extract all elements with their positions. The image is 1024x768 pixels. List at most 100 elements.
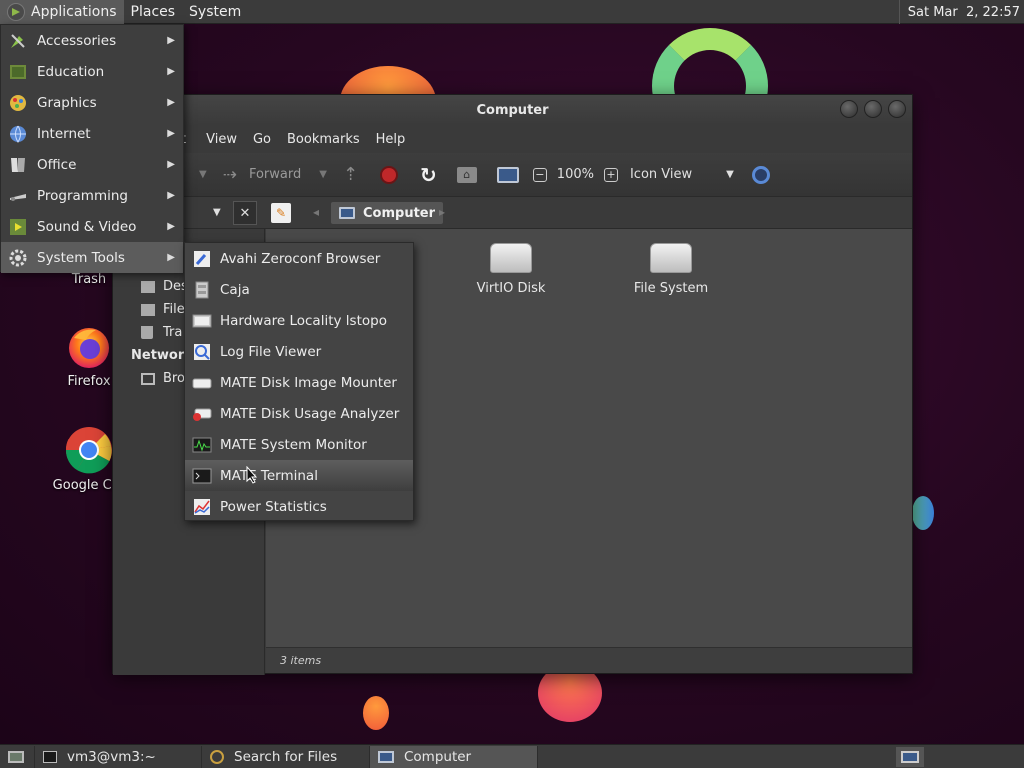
menu-item-system-monitor[interactable]: MATE System Monitor [185,429,413,460]
menu-item-label: Programming [37,187,128,204]
view-mode-label: Icon View [629,167,693,182]
crumb-left-arrow-icon[interactable]: ◂ [313,205,319,219]
forward-button[interactable]: ⇢ Forward ▼ [223,165,327,185]
menu-item-label: MATE Terminal [220,467,318,484]
avahi-icon [191,248,213,270]
drive-icon [650,243,692,273]
menu-item-office[interactable]: Office ▶ [1,149,183,180]
menu-item-internet[interactable]: Internet ▶ [1,118,183,149]
firefox-icon [66,324,112,370]
crumb-right-arrow-icon[interactable]: ▸ [439,205,445,219]
menu-system-label: System [189,3,242,20]
chevron-down-icon: ▼ [726,169,734,180]
drive-icon [141,303,155,316]
menu-applications-label: Applications [31,3,117,20]
education-icon [7,61,29,83]
window-toolbar: ▼ ⇢ Forward ▼ ⇡ ↻ ⌂ − 100% + Icon View ▼ [113,153,912,197]
stop-icon[interactable] [380,165,399,184]
close-pane-icon[interactable]: ✕ [233,201,257,225]
menu-item-sound-video[interactable]: Sound & Video ▶ [1,211,183,242]
close-button[interactable] [888,100,906,118]
view-mode-select[interactable]: Icon View ▼ [630,167,734,182]
window-titlebar[interactable]: Computer [113,95,912,125]
caja-icon [191,279,213,301]
taskbar-item-label: vm3@vm3:~ [67,748,156,765]
desktop-icon-label: Firefox [67,374,111,389]
status-bar: 3 items [266,647,912,673]
wallpaper-blob-blue [912,496,934,530]
taskbar-item-label: Computer [404,748,472,765]
sound-video-icon [7,216,29,238]
menu-item-power-statistics[interactable]: Power Statistics [185,491,413,522]
taskbar-item-search[interactable]: Search for Files [202,745,370,768]
menu-item-disk-image-mounter[interactable]: MATE Disk Image Mounter [185,367,413,398]
reload-icon[interactable]: ↻ [420,163,437,187]
menu-item-hardware-locality[interactable]: Hardware Locality lstopo [185,305,413,336]
zoom-out-icon[interactable]: − [532,167,547,182]
menu-item-graphics[interactable]: Graphics ▶ [1,87,183,118]
forward-dropdown-icon[interactable]: ▼ [319,169,327,180]
menu-item-avahi[interactable]: Avahi Zeroconf Browser [185,243,413,274]
menu-item-label: Hardware Locality lstopo [220,312,387,329]
zoom-in-icon[interactable]: + [603,167,618,182]
file-item-virtio-disk[interactable]: VirtIO Disk [451,243,571,296]
menu-item-label: System Tools [37,249,125,266]
minimize-button[interactable] [840,100,858,118]
crumb-computer[interactable]: Computer [331,202,444,224]
side-pane-dropdown-icon[interactable]: ▼ [213,207,221,218]
system-tools-submenu: Avahi Zeroconf Browser Caja Hardware Loc… [184,242,414,521]
sidebar-item-filesystem[interactable]: File [141,302,185,317]
sidebar-item-label: Bro [163,371,185,386]
back-dropdown-icon[interactable]: ▼ [199,169,207,180]
internet-icon [7,123,29,145]
menu-places-label: Places [130,3,176,20]
computer-icon[interactable] [496,166,519,183]
menu-item-label: MATE Disk Image Mounter [220,374,397,391]
home-icon[interactable]: ⌂ [456,166,477,183]
file-item-file-system[interactable]: File System [611,243,731,296]
menu-applications[interactable]: Applications [0,0,124,24]
accessories-icon [7,30,29,52]
submenu-arrow-icon: ▶ [167,221,175,232]
menu-item-label: MATE Disk Usage Analyzer [220,405,400,422]
menu-item-programming[interactable]: Programming ▶ [1,180,183,211]
sidebar-item-browse-network[interactable]: Bro [141,371,185,386]
menu-system[interactable]: System [182,0,248,24]
sidebar-item-desktop[interactable]: Des [141,279,188,294]
network-icon [141,372,155,385]
terminal-icon [43,750,57,763]
menu-go[interactable]: Go [245,132,279,147]
search-icon[interactable] [751,165,770,184]
taskbar-item-computer[interactable]: Computer [370,745,538,768]
search-icon [210,749,224,764]
maximize-button[interactable] [864,100,882,118]
up-icon[interactable]: ⇡ [343,164,358,185]
menu-item-label: Log File Viewer [220,343,322,360]
menu-help[interactable]: Help [368,132,414,147]
menu-item-label: Graphics [37,94,97,111]
menu-bookmarks[interactable]: Bookmarks [279,132,368,147]
edit-location-icon[interactable]: ✎ [271,203,291,223]
submenu-arrow-icon: ▶ [167,128,175,139]
menu-item-mate-terminal[interactable]: MATE Terminal [185,460,413,491]
menu-item-accessories[interactable]: Accessories ▶ [1,25,183,56]
clock[interactable]: Sat Mar 2, 22:57 [898,0,1020,24]
submenu-arrow-icon: ▶ [167,35,175,46]
drive-icon [490,243,532,273]
menu-item-education[interactable]: Education ▶ [1,56,183,87]
show-desktop-icon[interactable] [4,746,28,768]
graphics-icon [7,92,29,114]
menu-view[interactable]: View [198,132,245,147]
menu-item-system-tools[interactable]: System Tools ▶ [1,242,183,273]
clock-text: Sat Mar 2, 22:57 [907,4,1020,20]
bottom-panel: vm3@vm3:~ Search for Files Computer [0,744,1024,768]
menu-item-log-file-viewer[interactable]: Log File Viewer [185,336,413,367]
menu-places[interactable]: Places [124,0,183,24]
submenu-arrow-icon: ▶ [167,97,175,108]
sidebar-item-trash[interactable]: Tra [141,325,182,340]
menu-item-caja[interactable]: Caja [185,274,413,305]
menu-item-disk-usage-analyzer[interactable]: MATE Disk Usage Analyzer [185,398,413,429]
disk-usage-icon [191,403,213,425]
workspace-switcher-icon[interactable] [896,747,924,767]
taskbar-item-terminal[interactable]: vm3@vm3:~ [34,745,202,768]
